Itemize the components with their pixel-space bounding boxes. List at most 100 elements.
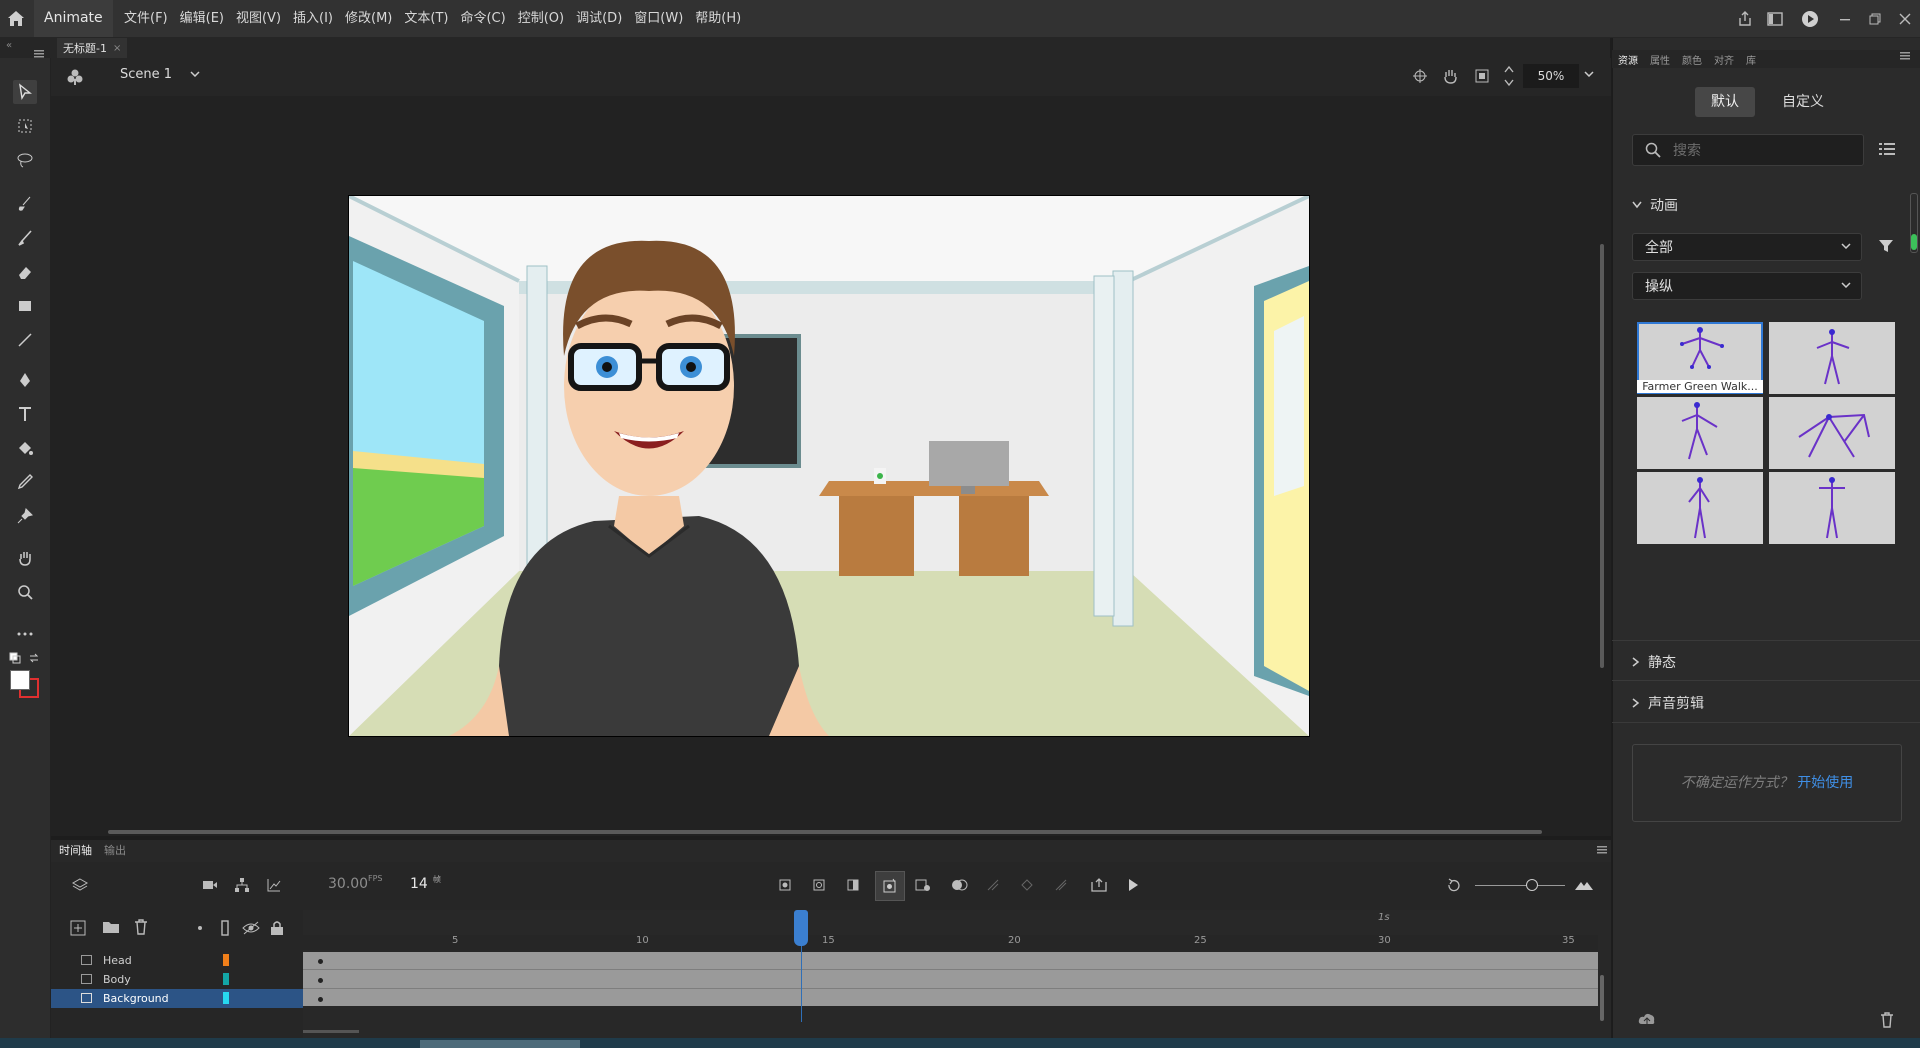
- panel-menu-icon[interactable]: [34, 50, 44, 58]
- chevron-down-icon[interactable]: [190, 71, 200, 77]
- swap-colors-icon[interactable]: [28, 652, 40, 664]
- asset-thumbnail[interactable]: [1769, 322, 1895, 394]
- tab-library[interactable]: 库: [1740, 52, 1762, 67]
- timeline-vertical-scrollbar[interactable]: [1600, 975, 1604, 1021]
- timeline-zoom-handle[interactable]: [1526, 879, 1538, 891]
- minimize-icon[interactable]: [1830, 4, 1860, 34]
- menu-edit[interactable]: 编辑(E): [174, 0, 230, 37]
- center-stage-icon[interactable]: [1412, 68, 1428, 84]
- paint-brush-tool-icon[interactable]: [13, 192, 37, 216]
- asset-thumbnail[interactable]: [1769, 397, 1895, 469]
- asset-thumbnail[interactable]: [1637, 472, 1763, 544]
- filter-icon[interactable]: [1878, 238, 1894, 254]
- list-view-icon[interactable]: [1879, 142, 1895, 156]
- tab-timeline[interactable]: 时间轴: [51, 842, 92, 858]
- menu-insert[interactable]: 插入(I): [287, 0, 339, 37]
- layer-row-head[interactable]: Head: [51, 951, 303, 970]
- frame-ruler[interactable]: [303, 935, 1598, 950]
- menu-view[interactable]: 视图(V): [230, 0, 287, 37]
- export-frames-icon[interactable]: [1088, 874, 1110, 896]
- menu-file[interactable]: 文件(F): [118, 0, 174, 37]
- onion-skin-icon[interactable]: [948, 874, 970, 896]
- collapse-left-icon[interactable]: «: [6, 40, 12, 51]
- layer-color-swatch[interactable]: [223, 992, 229, 1004]
- camera-icon[interactable]: [199, 874, 221, 896]
- eraser-tool-icon[interactable]: [13, 260, 37, 284]
- tab-output[interactable]: 输出: [104, 842, 126, 858]
- text-tool-icon[interactable]: [13, 402, 37, 426]
- close-window-icon[interactable]: [1890, 4, 1920, 34]
- restore-icon[interactable]: [1860, 4, 1890, 34]
- eyedropper-tool-icon[interactable]: [13, 470, 37, 494]
- custom-assets-button[interactable]: 自定义: [1768, 87, 1838, 117]
- zoom-dropdown-icon[interactable]: [1584, 71, 1594, 77]
- section-sound-header[interactable]: 声音剪辑: [1632, 693, 1704, 713]
- zoom-stepper-icon[interactable]: [1504, 64, 1514, 88]
- more-tools-icon[interactable]: [13, 622, 37, 646]
- asset-thumbnail[interactable]: Farmer Green Walk...: [1637, 322, 1763, 394]
- current-frame-value[interactable]: 14: [410, 876, 428, 892]
- asset-thumbnail[interactable]: [1769, 472, 1895, 544]
- free-transform-tool-icon[interactable]: [13, 114, 37, 138]
- asset-thumbnail[interactable]: [1637, 397, 1763, 469]
- edit-multiple-frames-icon[interactable]: [1016, 874, 1038, 896]
- zoom-tool-icon[interactable]: [13, 580, 37, 604]
- auto-keyframe-icon[interactable]: [875, 871, 905, 901]
- layer-parenting-icon[interactable]: [231, 874, 253, 896]
- layer-color-swatch[interactable]: [223, 973, 229, 985]
- stage-vertical-scrollbar[interactable]: [1600, 244, 1604, 668]
- stage-horizontal-scrollbar[interactable]: [108, 830, 1542, 834]
- panel-options-icon[interactable]: [1900, 52, 1910, 60]
- tab-assets[interactable]: 资源: [1612, 52, 1644, 67]
- category-rigging-dropdown[interactable]: 操纵: [1632, 272, 1862, 300]
- hide-layers-icon[interactable]: [242, 921, 260, 935]
- layer-color-swatch[interactable]: [223, 954, 229, 966]
- menu-modify[interactable]: 修改(M): [339, 0, 398, 37]
- timeline-menu-icon[interactable]: [1597, 846, 1607, 854]
- menu-control[interactable]: 控制(O): [512, 0, 570, 37]
- delete-layer-icon[interactable]: [134, 919, 148, 935]
- menu-help[interactable]: 帮助(H): [689, 0, 747, 37]
- tab-color[interactable]: 颜色: [1676, 52, 1708, 67]
- section-animation-header[interactable]: 动画: [1632, 195, 1678, 215]
- hand-tool-icon[interactable]: [13, 546, 37, 570]
- tab-properties[interactable]: 属性: [1644, 52, 1676, 67]
- scene-name[interactable]: Scene 1: [120, 67, 172, 82]
- menu-commands[interactable]: 命令(C): [454, 0, 511, 37]
- insert-frame-icon[interactable]: [842, 874, 864, 896]
- test-movie-icon[interactable]: [1790, 4, 1830, 34]
- share-icon[interactable]: [1730, 4, 1760, 34]
- lasso-tool-icon[interactable]: [13, 148, 37, 172]
- play-icon[interactable]: [1122, 874, 1144, 896]
- upload-asset-icon[interactable]: [1638, 1012, 1656, 1026]
- default-assets-button[interactable]: 默认: [1695, 87, 1755, 117]
- new-layer-icon[interactable]: [70, 920, 86, 936]
- graph-icon[interactable]: [263, 874, 285, 896]
- insert-keyframe-icon[interactable]: [774, 874, 796, 896]
- asset-search-field[interactable]: [1632, 134, 1864, 167]
- insert-tween-icon[interactable]: [912, 874, 934, 896]
- clip-content-icon[interactable]: [1474, 68, 1490, 84]
- search-input[interactable]: [1671, 135, 1855, 167]
- delete-asset-icon[interactable]: [1880, 1012, 1894, 1028]
- tab-align[interactable]: 对齐: [1708, 52, 1740, 67]
- highlight-layers-icon[interactable]: [198, 926, 202, 930]
- workspace-icon[interactable]: [1760, 4, 1790, 34]
- onion-skin-outline-icon[interactable]: [982, 874, 1004, 896]
- home-icon[interactable]: [6, 9, 28, 29]
- new-folder-icon[interactable]: [102, 920, 120, 934]
- layers-icon[interactable]: [69, 874, 91, 896]
- selection-tool-icon[interactable]: [13, 80, 37, 104]
- frame-track-area[interactable]: [303, 952, 1598, 1006]
- panel-scrollbar[interactable]: [1910, 193, 1918, 253]
- default-colors-icon[interactable]: [9, 652, 21, 664]
- frame-rate-value[interactable]: 30.00: [328, 876, 368, 892]
- menu-window[interactable]: 窗口(W): [628, 0, 689, 37]
- menu-text[interactable]: 文本(T): [398, 0, 454, 37]
- timeline-horizontal-scrollbar[interactable]: [303, 1030, 359, 1033]
- pin-tool-icon[interactable]: [13, 504, 37, 528]
- outline-layers-icon[interactable]: [221, 920, 229, 936]
- status-scroll-thumb[interactable]: [420, 1040, 580, 1048]
- insert-blank-keyframe-icon[interactable]: [808, 874, 830, 896]
- reset-zoom-icon[interactable]: [1443, 874, 1465, 896]
